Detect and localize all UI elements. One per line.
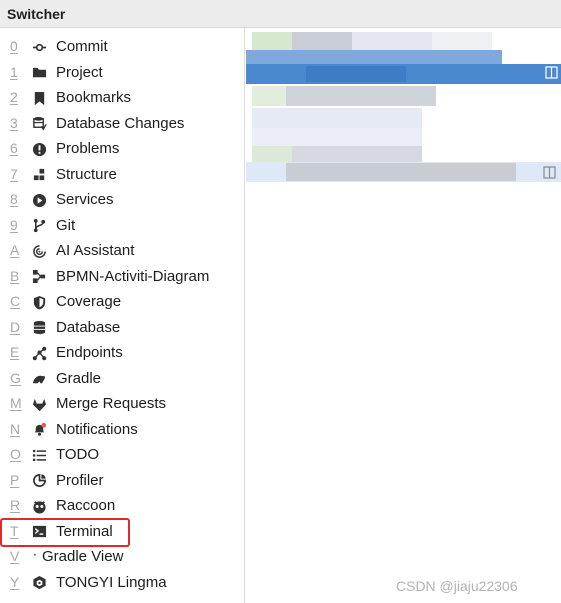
profiler-icon xyxy=(31,473,47,489)
switcher-item-problems[interactable]: 6 Problems xyxy=(0,137,244,161)
bookmark-icon xyxy=(31,90,47,106)
item-label: Git xyxy=(56,216,76,234)
database-icon xyxy=(31,320,47,336)
item-label: AI Assistant xyxy=(56,242,135,259)
bpmn-icon xyxy=(31,269,47,285)
problems-icon xyxy=(31,141,47,157)
blurred-recent-files xyxy=(246,32,561,182)
watermark: CSDN @jiaju22306 xyxy=(396,578,518,594)
item-label: Database Changes xyxy=(56,114,185,132)
item-label: Merge Requests xyxy=(56,395,167,412)
mnemonic-key: 1 xyxy=(10,63,18,80)
terminal-icon xyxy=(31,524,47,540)
switcher-item-todo[interactable]: O TODO xyxy=(0,443,244,467)
switcher-item-services[interactable]: 8 Services xyxy=(0,188,244,212)
item-label: Bookmarks xyxy=(56,89,132,106)
structure-icon xyxy=(31,167,47,183)
item-label: Project xyxy=(56,63,103,81)
git-icon xyxy=(31,218,47,234)
item-label: Profiler xyxy=(56,471,104,489)
ai-assistant-icon xyxy=(31,243,47,259)
switcher-item-bookmarks[interactable]: 2 Bookmarks xyxy=(0,86,244,110)
mnemonic-key: A xyxy=(10,242,20,258)
switcher-title: Switcher xyxy=(7,6,66,22)
switcher-item-tongyi-lingma[interactable]: Y TONGYI Lingma xyxy=(0,571,244,595)
mnemonic-key: P xyxy=(10,471,20,488)
mnemonic-key: E xyxy=(10,344,20,360)
switcher-item-gradle[interactable]: G Gradle xyxy=(0,367,244,391)
item-label: Raccoon xyxy=(56,497,116,514)
notifications-icon xyxy=(31,422,47,438)
item-label: Problems xyxy=(56,140,120,157)
item-label: Terminal xyxy=(56,522,113,540)
switcher-title-bar: Switcher xyxy=(0,0,561,28)
item-label: TODO xyxy=(56,446,100,463)
mnemonic-key: 3 xyxy=(10,114,18,131)
mnemonic-key: G xyxy=(10,369,21,386)
mnemonic-key: 6 xyxy=(10,140,18,156)
mnemonic-key: M xyxy=(10,395,22,411)
item-label: Commit xyxy=(56,38,108,55)
switcher-item-profiler[interactable]: P Profiler xyxy=(0,469,244,493)
services-icon xyxy=(31,192,47,208)
mnemonic-key: D xyxy=(10,318,21,335)
item-label: TONGYI Lingma xyxy=(56,573,167,591)
coverage-icon xyxy=(31,294,47,310)
database-changes-icon xyxy=(31,116,47,132)
raccoon-icon xyxy=(31,498,47,514)
endpoints-icon xyxy=(31,345,47,361)
todo-icon xyxy=(31,447,47,463)
switcher-item-notifications[interactable]: N Notifications xyxy=(0,418,244,442)
mnemonic-key: 2 xyxy=(10,89,18,105)
mnemonic-key: 8 xyxy=(10,191,18,207)
item-label: Gradle xyxy=(56,369,102,387)
switcher-item-git[interactable]: 9 Git xyxy=(0,214,244,238)
switcher-item-bpmn-activiti-diagram[interactable]: B BPMN-Activiti-Diagram xyxy=(0,265,244,289)
switcher-item-raccoon[interactable]: R Raccoon xyxy=(0,494,244,518)
mnemonic-key: R xyxy=(10,497,21,513)
switcher-item-terminal[interactable]: T Terminal xyxy=(0,520,244,544)
switcher-item-database[interactable]: D Database xyxy=(0,316,244,340)
mnemonic-key: T xyxy=(10,522,19,539)
recent-files-panel xyxy=(246,28,561,603)
mnemonic-key: 9 xyxy=(10,216,18,233)
item-label: Notifications xyxy=(56,420,138,438)
item-label: Gradle View xyxy=(42,548,124,565)
switcher-item-ai-assistant[interactable]: A AI Assistant xyxy=(0,239,244,263)
gradle-icon xyxy=(31,371,47,387)
switcher-item-endpoints[interactable]: E Endpoints xyxy=(0,341,244,365)
mnemonic-key: N xyxy=(10,420,21,437)
mnemonic-key: O xyxy=(10,446,21,462)
item-label: Structure xyxy=(56,165,117,183)
merge-requests-icon xyxy=(31,396,47,412)
commit-icon xyxy=(31,39,47,55)
switcher-item-commit[interactable]: 0 Commit xyxy=(0,35,244,59)
item-label: BPMN-Activiti-Diagram xyxy=(56,267,210,285)
switcher-item-database-changes[interactable]: 3 Database Changes xyxy=(0,112,244,136)
switcher-item-coverage[interactable]: C Coverage xyxy=(0,290,244,314)
mnemonic-key: Y xyxy=(10,573,20,590)
mnemonic-key: V xyxy=(10,548,20,564)
item-label: Endpoints xyxy=(56,344,123,361)
tongyi-icon xyxy=(31,575,47,591)
item-label: Services xyxy=(56,191,114,208)
mnemonic-key: B xyxy=(10,267,20,284)
mnemonic-key: 7 xyxy=(10,165,18,182)
folder-icon xyxy=(31,65,47,81)
mnemonic-key: C xyxy=(10,293,21,309)
item-label: Database xyxy=(56,318,121,336)
switcher-item-structure[interactable]: 7 Structure xyxy=(0,163,244,187)
switcher-item-merge-requests[interactable]: M Merge Requests xyxy=(0,392,244,416)
mnemonic-key: 0 xyxy=(10,38,18,54)
switcher-item-gradle-view[interactable]: V Gradle View xyxy=(0,545,244,569)
item-label: Coverage xyxy=(56,293,122,310)
switcher-item-project[interactable]: 1 Project xyxy=(0,61,244,85)
